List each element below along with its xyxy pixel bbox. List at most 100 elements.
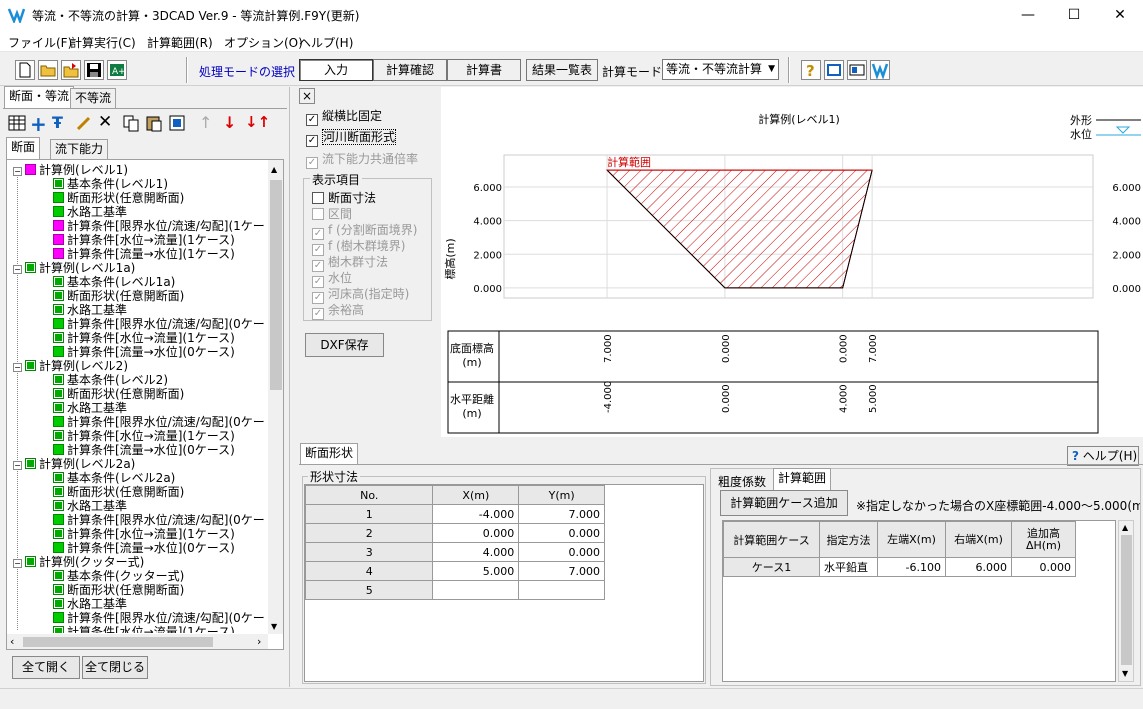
scroll-down-icon[interactable]: ▼ (1122, 669, 1128, 678)
minimize-button[interactable]: — (1005, 0, 1051, 30)
paste-icon[interactable] (145, 114, 163, 132)
menu-range[interactable]: 計算範囲(R) (147, 34, 213, 51)
tree-item[interactable]: 基本条件(レベル1) (53, 177, 168, 191)
help-icon[interactable]: ? (801, 60, 821, 80)
tab-calc-range[interactable]: 計算範囲 (773, 468, 832, 490)
tree-item[interactable]: 計算条件[限界水位/流速/勾配](0ケー (53, 415, 265, 429)
tree-item[interactable]: 断面形状(任意開断面) (53, 191, 184, 205)
tree-item[interactable]: 計算条件[流量→水位](0ケース) (53, 345, 235, 359)
tab-section-uniform[interactable]: 断面・等流 (4, 86, 75, 108)
scroll-left-icon[interactable]: ‹ (10, 635, 14, 648)
edit-icon[interactable] (75, 114, 93, 132)
insert-icon[interactable]: Ŧ (52, 113, 63, 132)
tree-item[interactable]: 水路工基準 (53, 499, 127, 513)
new-file-icon[interactable] (15, 60, 35, 80)
paste-special-icon[interactable] (168, 114, 186, 132)
collapse-icon[interactable]: − (13, 559, 22, 568)
mode-input-button[interactable]: 入力 (299, 59, 373, 81)
menu-file[interactable]: ファイル(F) (8, 34, 72, 51)
tree-node[interactable]: − 計算例(クッター式) (13, 555, 144, 569)
collapse-icon[interactable]: − (13, 167, 22, 176)
cell-y[interactable] (518, 580, 605, 600)
tree-hscrollbar[interactable]: ‹ › (7, 634, 268, 649)
help-button[interactable]: ? ヘルプ(H) (1067, 446, 1139, 466)
copy-icon[interactable] (122, 114, 140, 132)
info-icon[interactable] (847, 60, 867, 80)
collapse-icon[interactable]: − (13, 461, 22, 470)
tree-item[interactable]: 計算条件[水位→流量](1ケース) (53, 331, 235, 345)
maximize-button[interactable]: ☐ (1051, 0, 1097, 30)
close-panel-button[interactable]: × (299, 88, 315, 104)
save-icon[interactable] (84, 60, 104, 80)
range-vscrollbar[interactable]: ▲ ▼ (1118, 520, 1134, 682)
cell-left-x[interactable]: -6.100 (877, 557, 946, 577)
cell-add-height[interactable]: 0.000 (1011, 557, 1076, 577)
tree-item[interactable]: 断面形状(任意開断面) (53, 387, 184, 401)
tree-item[interactable]: 水路工基準 (53, 401, 127, 415)
manual-icon[interactable] (824, 60, 844, 80)
add-icon[interactable]: + (30, 112, 47, 136)
menu-option[interactable]: オプション(O) (224, 34, 303, 51)
tree-view[interactable]: − 計算例(レベル1) 基本条件(レベル1) 断面形状(任意開断面) 水路工基準 計算条件… (6, 159, 284, 650)
collapse-icon[interactable]: − (13, 363, 22, 372)
tree-item[interactable]: 断面形状(任意開断面) (53, 485, 184, 499)
delete-icon[interactable]: ✕ (98, 112, 112, 132)
cell-y[interactable]: 7.000 (518, 561, 605, 581)
cell-x[interactable]: 0.000 (432, 523, 520, 543)
fixed-ratio-checkbox[interactable]: ✓ 縦横比固定 (306, 107, 382, 126)
cell-right-x[interactable]: 6.000 (945, 557, 1012, 577)
tree-item[interactable]: 計算条件[限界水位/流速/勾配](0ケー (53, 611, 265, 625)
mode-report-button[interactable]: 計算書 (447, 59, 521, 81)
cell-case[interactable]: ケース1 (723, 557, 820, 577)
tree-item[interactable]: 計算条件[限界水位/流速/勾配](1ケー (53, 219, 265, 233)
tree-item[interactable]: 計算条件[水位→流量](1ケース) (53, 625, 235, 633)
tree-item[interactable]: 水路工基準 (53, 303, 127, 317)
tree-item[interactable]: 水路工基準 (53, 205, 127, 219)
export-icon[interactable]: A+ (107, 60, 127, 80)
tree-item[interactable]: 断面形状(任意開断面) (53, 289, 184, 303)
menu-calc[interactable]: 計算実行(C) (70, 34, 136, 51)
tree-node[interactable]: − 計算例(レベル2) (13, 359, 128, 373)
cell-y[interactable]: 0.000 (518, 523, 605, 543)
tree-item[interactable]: 計算条件[限界水位/流速/勾配](0ケー (53, 317, 265, 331)
tree-item[interactable]: 水路工基準 (53, 597, 127, 611)
menu-help[interactable]: ヘルプ(H) (299, 34, 353, 51)
cell-x[interactable]: 5.000 (432, 561, 520, 581)
tree-node[interactable]: − 計算例(レベル1a) (13, 261, 135, 275)
cell-y[interactable]: 7.000 (518, 504, 605, 524)
forum8-icon[interactable] (870, 60, 890, 80)
move-up-icon[interactable]: ↑ (199, 113, 212, 132)
tree-vscrollbar[interactable]: ▲ ▼ (268, 160, 283, 634)
cell-x[interactable] (432, 580, 520, 600)
collapse-all-button[interactable]: 全て閉じる (82, 656, 148, 679)
subtab-capacity[interactable]: 流下能力 (50, 139, 109, 159)
tree-item[interactable]: 基本条件(レベル1a) (53, 275, 175, 289)
cell-y[interactable]: 0.000 (518, 542, 605, 562)
tab-section-shape[interactable]: 断面形状 (300, 443, 359, 465)
cell-x[interactable]: -4.000 (432, 504, 520, 524)
sort-icon[interactable]: ↓↑ (245, 113, 270, 131)
scroll-down-icon[interactable]: ▼ (271, 622, 277, 631)
tree-node[interactable]: − 計算例(レベル1) (13, 163, 128, 177)
subtab-section[interactable]: 断面 (6, 137, 41, 159)
dxf-save-button[interactable]: DXF保存 (305, 333, 384, 357)
tree-item[interactable]: 基本条件(レベル2a) (53, 471, 175, 485)
option-section-size[interactable]: 断面寸法 (312, 189, 376, 206)
tree-item[interactable]: 計算条件[流量→水位](0ケース) (53, 443, 235, 457)
tree-item[interactable]: 基本条件(レベル2) (53, 373, 168, 387)
cell-method[interactable]: 水平鉛直 (819, 557, 878, 577)
add-range-case-button[interactable]: 計算範囲ケース追加 (720, 490, 848, 516)
tree-node[interactable]: − 計算例(レベル2a) (13, 457, 135, 471)
tree-item[interactable]: 計算条件[限界水位/流速/勾配](0ケー (53, 513, 265, 527)
scroll-thumb[interactable] (1121, 535, 1132, 665)
mode-check-button[interactable]: 計算確認 (373, 59, 447, 81)
hscroll-thumb[interactable] (23, 637, 213, 647)
collapse-icon[interactable]: − (13, 265, 22, 274)
river-shape-checkbox[interactable]: ✓ 河川断面形式 (306, 128, 397, 147)
tree-item[interactable]: 基本条件(クッター式) (53, 569, 184, 583)
scroll-up-icon[interactable]: ▲ (271, 165, 277, 174)
expand-all-button[interactable]: 全て開く (12, 656, 80, 679)
open-folder-icon[interactable] (61, 60, 81, 80)
tab-roughness[interactable]: 粗度係数 (718, 473, 766, 490)
range-table[interactable]: 計算範囲ケース 指定方法 左端X(m) 右端X(m) 追加高ΔH(m) ケース1… (723, 521, 1076, 577)
